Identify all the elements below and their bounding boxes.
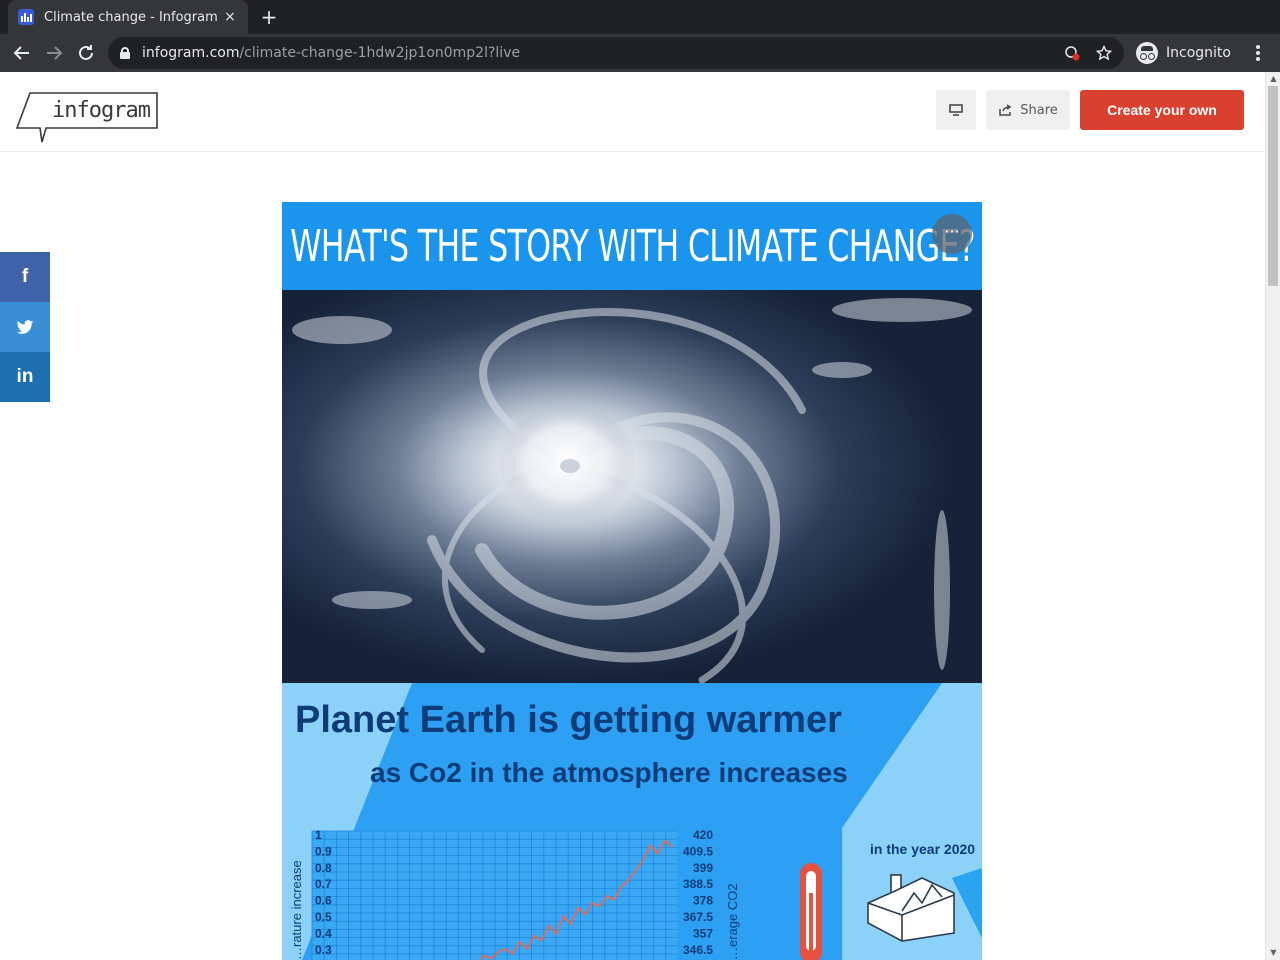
right-tick-label: 357 bbox=[693, 926, 713, 940]
tracking-blocked-icon[interactable] bbox=[1064, 45, 1080, 61]
left-tick-label: 0.5 bbox=[315, 910, 332, 924]
warming-section: Planet Earth is getting warmer as Co2 in… bbox=[282, 683, 982, 960]
left-tick-label: 1 bbox=[315, 828, 322, 842]
infogram-logo[interactable]: infogram bbox=[16, 92, 160, 144]
right-tick-label: 378 bbox=[693, 894, 713, 908]
url-host: infogram.com bbox=[142, 45, 240, 61]
site-header: infogram Share Create your own bbox=[0, 72, 1265, 152]
left-tick-label: 0.8 bbox=[315, 861, 332, 875]
infogram-favicon-icon bbox=[18, 9, 34, 25]
scroll-up-arrow-icon[interactable]: ▲ bbox=[1266, 72, 1280, 86]
browser-toolbar: infogram.com/climate-change-1hdw2jp1on0m… bbox=[0, 34, 1280, 72]
right-tick-label: 367.5 bbox=[683, 910, 713, 924]
back-arrow-icon[interactable] bbox=[10, 41, 34, 65]
browser-tab-strip: Climate change - Infogram × + bbox=[0, 0, 1280, 34]
logo-text: infogram bbox=[52, 98, 151, 123]
temperature-co2-chart: 1 0.9 0.8 0.7 0.6 0.5 0.4 0.3 420 409.5 399 388.5 3… bbox=[289, 828, 955, 960]
right-tick-label: 420 bbox=[693, 828, 713, 842]
infographic-title: WHAT'S THE STORY WITH CLIMATE CHANGE? bbox=[289, 220, 975, 272]
left-tick-label: 0.9 bbox=[315, 844, 332, 858]
twitter-icon bbox=[16, 319, 34, 334]
right-tick-label: 346.5 bbox=[683, 943, 713, 957]
share-icon bbox=[999, 104, 1012, 116]
url-path: /climate-change-1hdw2jp1on0mp2l?live bbox=[239, 45, 521, 61]
bookmark-star-icon[interactable] bbox=[1095, 44, 1113, 61]
create-your-own-button[interactable]: Create your own bbox=[1080, 90, 1244, 130]
linkedin-share-button[interactable]: in bbox=[0, 352, 50, 402]
browser-tab[interactable]: Climate change - Infogram × bbox=[8, 0, 248, 34]
section-subheading: as Co2 in the atmosphere increases bbox=[370, 757, 848, 788]
right-axis-label: …erage CO2 bbox=[725, 883, 740, 960]
left-tick-label: 0.4 bbox=[315, 926, 332, 940]
facebook-share-button[interactable]: f bbox=[0, 252, 50, 302]
address-bar[interactable]: infogram.com/climate-change-1hdw2jp1on0m… bbox=[108, 37, 1124, 69]
infographic-title-bar: WHAT'S THE STORY WITH CLIMATE CHANGE? bbox=[282, 202, 982, 290]
left-tick-label: 0.3 bbox=[315, 943, 332, 957]
hurricane-satellite-image bbox=[282, 290, 982, 683]
chart-grid bbox=[311, 830, 677, 960]
scroll-thumb[interactable] bbox=[1268, 86, 1278, 286]
left-axis-label: …rature increase bbox=[289, 860, 304, 960]
more-options-button[interactable]: ··· bbox=[932, 214, 972, 254]
incognito-icon bbox=[1136, 42, 1158, 64]
chart-plot-area bbox=[312, 831, 677, 960]
right-tick-label: 409.5 bbox=[683, 844, 713, 858]
incognito-profile-button[interactable]: Incognito bbox=[1130, 39, 1237, 67]
thermometer-icon bbox=[800, 863, 822, 960]
web-page: infogram Share Create your own f in WHAT… bbox=[0, 72, 1280, 960]
right-tick-label: 388.5 bbox=[683, 877, 713, 891]
share-button[interactable]: Share bbox=[986, 90, 1070, 130]
tab-title: Climate change - Infogram bbox=[44, 9, 218, 25]
scroll-down-arrow-icon[interactable]: ▼ bbox=[1266, 946, 1280, 960]
browser-menu-icon[interactable] bbox=[1248, 41, 1268, 65]
facebook-icon: f bbox=[21, 266, 29, 287]
reload-icon[interactable] bbox=[74, 41, 98, 65]
left-tick-label: 0.7 bbox=[315, 877, 332, 891]
monitor-icon bbox=[949, 104, 963, 116]
linkedin-icon: in bbox=[16, 366, 34, 387]
right-axis-ticks: 420 409.5 399 388.5 378 367.5 357 346.5 bbox=[683, 828, 713, 957]
tab-close-icon[interactable]: × bbox=[222, 9, 238, 25]
section-heading: Planet Earth is getting warmer bbox=[295, 699, 842, 741]
present-button[interactable] bbox=[936, 90, 976, 130]
page-scrollbar[interactable]: ▲ ▼ bbox=[1265, 72, 1280, 960]
share-label: Share bbox=[1020, 102, 1058, 118]
new-tab-button[interactable]: + bbox=[258, 6, 280, 28]
infographic: WHAT'S THE STORY WITH CLIMATE CHANGE? ··… bbox=[282, 202, 982, 960]
twitter-share-button[interactable] bbox=[0, 302, 50, 352]
lock-icon bbox=[120, 47, 130, 59]
right-tick-label: 399 bbox=[693, 861, 713, 875]
incognito-label: Incognito bbox=[1166, 45, 1231, 61]
left-tick-label: 0.6 bbox=[315, 894, 332, 908]
factory-icon bbox=[867, 874, 955, 942]
forward-arrow-icon[interactable] bbox=[42, 41, 66, 65]
